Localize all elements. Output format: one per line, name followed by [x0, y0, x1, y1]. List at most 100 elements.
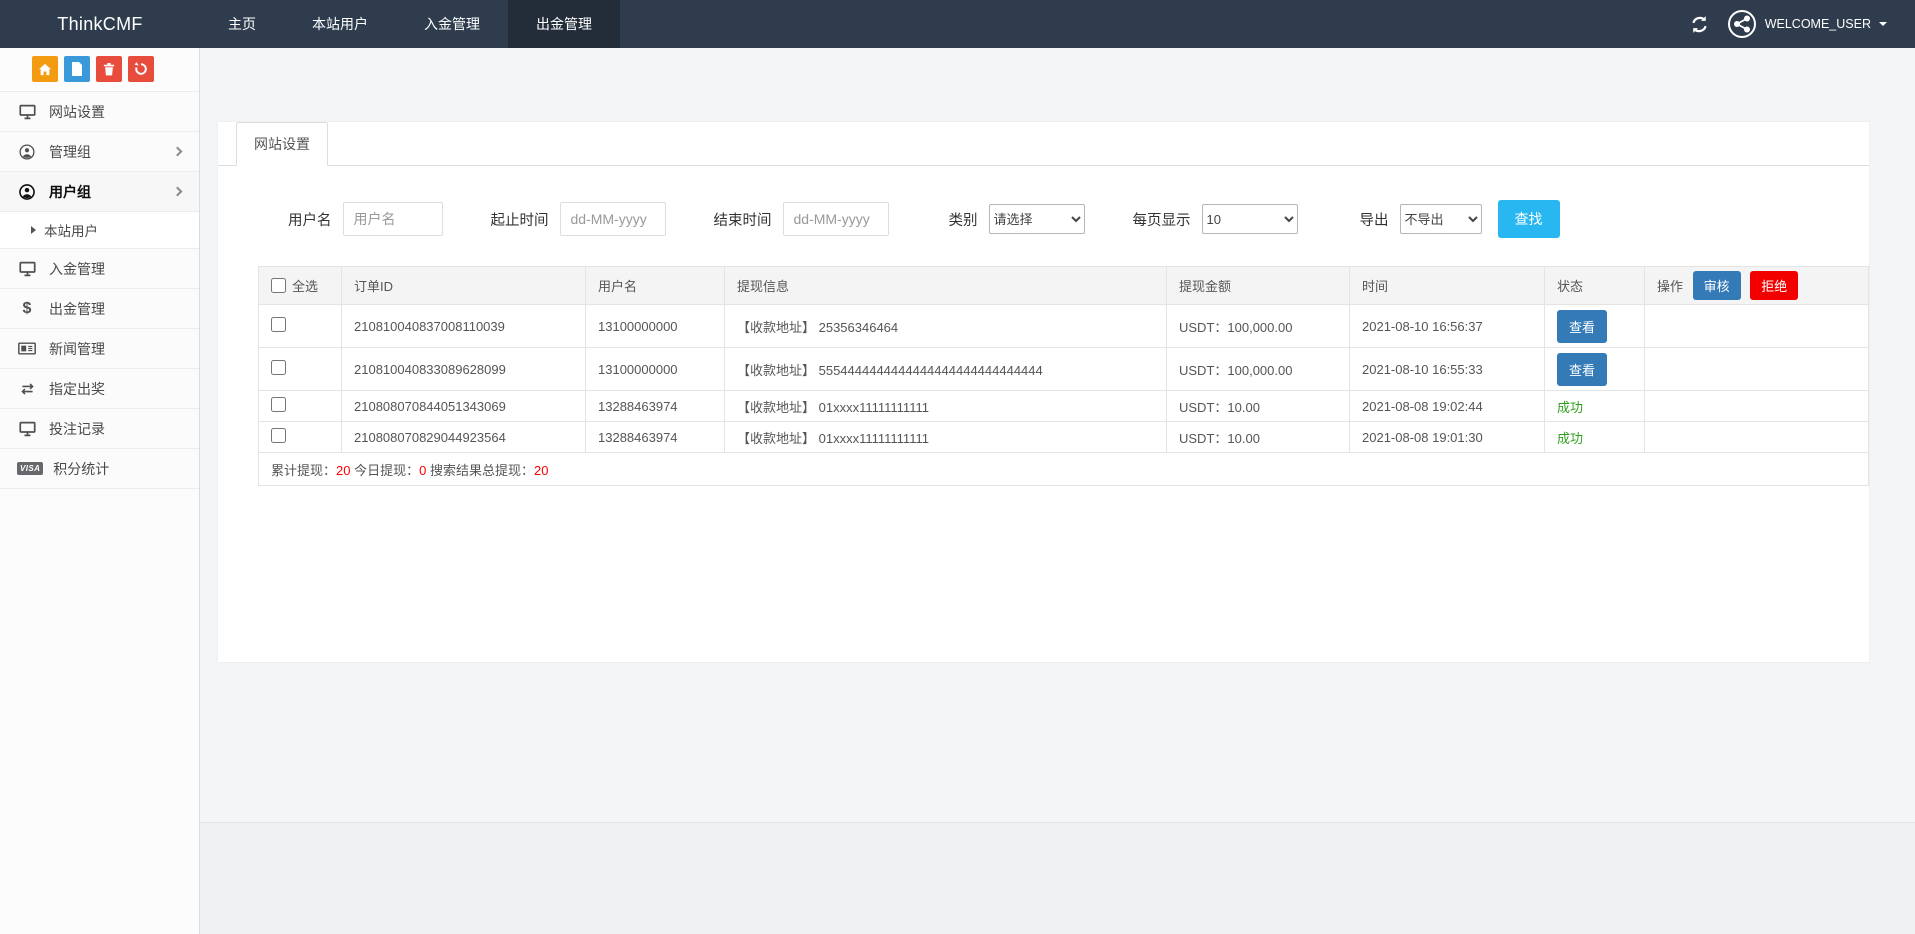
- sidebar-item-bet-records[interactable]: 投注记录: [0, 409, 199, 449]
- chevron-right-icon: [173, 147, 183, 157]
- content-panel: 网站设置 用户名 起止时间 结束时间 类别 请选择 每页显示 1: [218, 122, 1869, 662]
- nav-item-deposit[interactable]: 入金管理: [396, 0, 508, 48]
- exchange-icon: [17, 382, 37, 396]
- sidebar-item-label: 入金管理: [49, 259, 105, 279]
- sidebar-item-site-settings[interactable]: 网站设置: [0, 92, 199, 132]
- row-checkbox[interactable]: [271, 360, 286, 375]
- col-order-id: 订单ID: [342, 267, 586, 305]
- category-select[interactable]: 请选择: [989, 204, 1085, 234]
- cell-time: 2021-08-08 19:01:30: [1350, 422, 1545, 453]
- sidebar-item-label: 积分统计: [53, 459, 109, 479]
- sidebar-subitem-site-users[interactable]: 本站用户: [0, 212, 199, 249]
- sidebar: 网站设置 管理组 用户组 本站用户 入金管理 $ 出金管: [0, 48, 200, 934]
- cell-username: 13100000000: [586, 305, 725, 348]
- view-button[interactable]: 查看: [1557, 310, 1607, 343]
- sidebar-item-label: 指定出奖: [49, 379, 105, 399]
- sidebar-item-deposit[interactable]: 入金管理: [0, 249, 199, 289]
- username-label: WELCOME_USER: [1765, 17, 1871, 31]
- sidebar-item-label: 用户组: [49, 182, 91, 202]
- nav-item-site-users[interactable]: 本站用户: [284, 0, 396, 48]
- summary-today-value: 0: [419, 463, 426, 478]
- file-icon[interactable]: [64, 56, 90, 82]
- cell-order-id: 210808070829044923564: [342, 422, 586, 453]
- col-info: 提现信息: [725, 267, 1167, 305]
- cell-username: 13288463974: [586, 391, 725, 422]
- cell-time: 2021-08-08 19:02:44: [1350, 391, 1545, 422]
- user-circle-icon: [17, 144, 37, 160]
- cell-order-id: 210810040833089628099: [342, 348, 586, 391]
- tab-site-settings[interactable]: 网站设置: [236, 122, 328, 166]
- top-nav-menu: 主页 本站用户 入金管理 出金管理: [200, 0, 620, 48]
- cell-username: 13100000000: [586, 348, 725, 391]
- sidebar-subitem-label: 本站用户: [44, 220, 98, 240]
- pagesize-select[interactable]: 10: [1202, 204, 1298, 234]
- home-icon[interactable]: [32, 56, 58, 82]
- cell-username: 13288463974: [586, 422, 725, 453]
- cell-info: 【收款地址】 01xxxx11111111111: [725, 422, 1167, 453]
- sidebar-item-label: 网站设置: [49, 102, 105, 122]
- brand-logo[interactable]: ThinkCMF: [0, 0, 200, 48]
- status-success: 成功: [1545, 391, 1645, 422]
- cell-amount: USDT：100,000.00: [1167, 305, 1350, 348]
- cell-amount: USDT：10.00: [1167, 422, 1350, 453]
- user-icon: [17, 184, 37, 200]
- summary-today-label: 今日提现：: [354, 463, 419, 478]
- search-button[interactable]: 查找: [1498, 200, 1560, 238]
- status-success: 成功: [1545, 422, 1645, 453]
- sidebar-menu: 网站设置 管理组 用户组 本站用户 入金管理 $ 出金管: [0, 92, 199, 489]
- summary-search-label: 搜索结果总提现：: [430, 463, 534, 478]
- end-date-input[interactable]: [783, 202, 889, 236]
- sidebar-item-label: 投注记录: [49, 419, 105, 439]
- triangle-right-icon: [31, 226, 36, 234]
- recycle-icon[interactable]: [128, 56, 154, 82]
- sidebar-item-news[interactable]: 新闻管理: [0, 329, 199, 369]
- select-all-checkbox[interactable]: [271, 278, 286, 293]
- monitor-icon: [17, 261, 37, 277]
- filter-bar: 用户名 起止时间 结束时间 类别 请选择 每页显示 10 导出: [218, 166, 1869, 256]
- export-label: 导出: [1360, 209, 1389, 230]
- col-username: 用户名: [586, 267, 725, 305]
- table-row: 210808070829044923564 13288463974 【收款地址】…: [259, 422, 1869, 453]
- sidebar-item-label: 新闻管理: [49, 339, 105, 359]
- row-checkbox[interactable]: [271, 397, 286, 412]
- row-checkbox[interactable]: [271, 428, 286, 443]
- cell-info: 【收款地址】 25356346464: [725, 305, 1167, 348]
- newspaper-icon: [17, 341, 37, 356]
- reject-button[interactable]: 拒绝: [1750, 271, 1798, 300]
- start-time-label: 起止时间: [491, 209, 549, 230]
- view-button[interactable]: 查看: [1557, 353, 1607, 386]
- main-content: 网站设置 用户名 起止时间 结束时间 类别 请选择 每页显示 1: [200, 48, 1915, 822]
- sidebar-item-assign-prize[interactable]: 指定出奖: [0, 369, 199, 409]
- sidebar-item-admin-group[interactable]: 管理组: [0, 132, 199, 172]
- chevron-right-icon: [173, 187, 183, 197]
- col-amount: 提现金额: [1167, 267, 1350, 305]
- username-input[interactable]: [343, 202, 443, 236]
- sidebar-quick-buttons: [0, 48, 199, 92]
- user-menu[interactable]: WELCOME_USER: [1727, 9, 1887, 39]
- summary-total-value: 20: [336, 463, 350, 478]
- summary-row: 累计提现：20 今日提现：0 搜索结果总提现：20: [259, 453, 1869, 486]
- monitor-icon: [17, 421, 37, 437]
- withdraw-table: 全选 订单ID 用户名 提现信息 提现金额 时间 状态 操作 审核: [258, 266, 1869, 486]
- cell-order-id: 210808070844051343069: [342, 391, 586, 422]
- sidebar-item-points-stats[interactable]: VISA 积分统计: [0, 449, 199, 489]
- table-header-row: 全选 订单ID 用户名 提现信息 提现金额 时间 状态 操作 审核: [259, 267, 1869, 305]
- nav-item-home[interactable]: 主页: [200, 0, 284, 48]
- approve-button[interactable]: 审核: [1693, 271, 1741, 300]
- chevron-down-icon: [1879, 22, 1887, 26]
- col-action: 操作: [1657, 279, 1683, 294]
- sidebar-item-withdraw[interactable]: $ 出金管理: [0, 289, 199, 329]
- start-date-input[interactable]: [560, 202, 666, 236]
- export-select[interactable]: 不导出: [1400, 204, 1482, 234]
- sidebar-item-user-group[interactable]: 用户组: [0, 172, 199, 212]
- navbar-spacer: [620, 0, 1690, 48]
- summary-total-label: 累计提现：: [271, 463, 336, 478]
- trash-icon[interactable]: [96, 56, 122, 82]
- monitor-icon: [17, 104, 37, 120]
- sidebar-item-label: 出金管理: [49, 299, 105, 319]
- refresh-icon[interactable]: [1690, 15, 1709, 34]
- col-status: 状态: [1545, 267, 1645, 305]
- nav-item-withdraw[interactable]: 出金管理: [508, 0, 620, 48]
- cell-action: [1645, 391, 1869, 422]
- row-checkbox[interactable]: [271, 317, 286, 332]
